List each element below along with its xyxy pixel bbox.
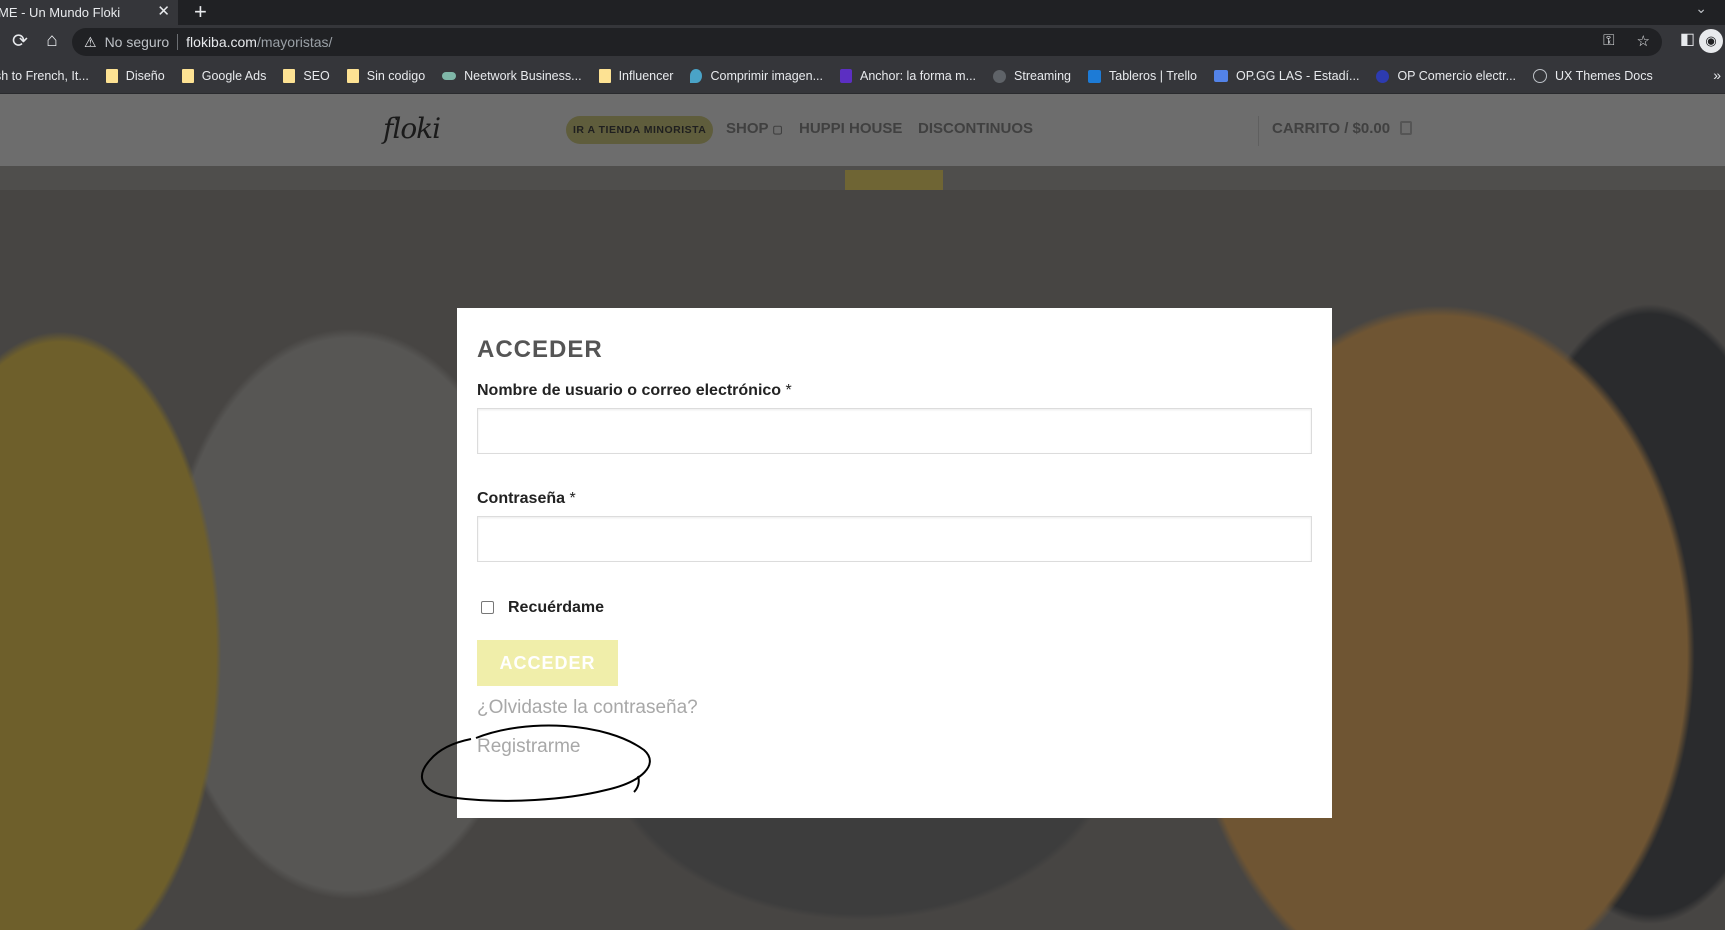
side-panel-icon[interactable]: ◧ (1680, 29, 1695, 49)
bookmark-item[interactable]: OP.GG LAS - Estadí... (1214, 69, 1359, 83)
bookmark-label: SEO (303, 69, 330, 83)
bookmark-label: OP.GG LAS - Estadí... (1236, 69, 1360, 83)
site-logo[interactable]: floki (383, 112, 441, 145)
close-icon[interactable]: ✕ (157, 2, 170, 20)
bookmark-label: UX Themes Docs (1555, 69, 1653, 83)
bookmark-label: Influencer (618, 69, 674, 83)
folder-icon (598, 69, 611, 83)
star-icon[interactable]: ☆ (1637, 32, 1650, 50)
reload-icon[interactable]: ⟳ (8, 30, 32, 53)
circle-annotation (421, 724, 651, 802)
bookmark-label: Google Ads (201, 69, 267, 83)
compress-icon (690, 69, 703, 83)
nav-shop[interactable]: SHOP ▢ (726, 120, 783, 137)
bookmark-item[interactable]: Anchor: la forma m... (840, 69, 976, 83)
bookmarks-more-icon[interactable]: » (1713, 67, 1721, 83)
browser-toolbar: ⟳ ⌂ ⚠ No seguro flokiba.com/mayoristas/ … (0, 25, 1725, 59)
login-title: ACCEDER (477, 336, 603, 363)
opgg-icon (1214, 70, 1229, 82)
folder-icon (346, 69, 359, 83)
required-mark: * (785, 382, 792, 399)
nav-discontinuos[interactable]: DISCONTINUOS (918, 120, 1033, 137)
web-page: floki IR A TIENDA MINORISTA SHOP ▢ HUPPI… (0, 94, 1725, 930)
folder-icon (283, 69, 296, 83)
bookmark-label: Streaming (1014, 69, 1071, 83)
bookmark-label: Sin codigo (366, 69, 426, 83)
omnibox-divider (177, 34, 179, 50)
bookmark-folder[interactable]: Sin codigo (346, 69, 426, 83)
address-bar[interactable]: ⚠ No seguro flokiba.com/mayoristas/ ⚿ ☆ (72, 28, 1662, 56)
username-field[interactable] (477, 408, 1312, 454)
bookmark-item[interactable]: UX Themes Docs (1533, 69, 1653, 83)
bookmark-label: Anchor: la forma m... (860, 69, 977, 83)
tab-search-icon[interactable]: ⌄ (1695, 0, 1707, 17)
url-domain: flokiba.com (186, 34, 257, 50)
cart-link[interactable]: CARRITO / $0.00 (1272, 120, 1390, 137)
bookmark-item[interactable]: OP Comercio electr... (1376, 69, 1516, 83)
home-icon[interactable]: ⌂ (40, 30, 64, 52)
site-header: floki IR A TIENDA MINORISTA SHOP ▢ HUPPI… (0, 94, 1725, 166)
bookmark-item[interactable]: Streaming (993, 69, 1071, 83)
bookmark-label: Neetwork Business... (464, 69, 582, 83)
password-label-text: Contraseña (477, 490, 566, 507)
folder-icon (105, 69, 118, 83)
retail-store-button[interactable]: IR A TIENDA MINORISTA (566, 116, 714, 144)
bookmark-folder[interactable]: SEO (283, 69, 330, 83)
globe-icon (993, 69, 1007, 83)
remember-checkbox[interactable] (481, 601, 494, 614)
nav-shop-label: SHOP (726, 120, 773, 137)
bookmark-item[interactable]: sh to French, It... (0, 69, 89, 83)
annotation-stroke (421, 724, 651, 802)
bookmark-label: Comprimir imagen... (710, 69, 823, 83)
bookmarks-bar: sh to French, It... Diseño Google Ads SE… (0, 59, 1725, 94)
bookmark-label: Tableros | Trello (1109, 69, 1198, 83)
forgot-password-link[interactable]: ¿Olvidaste la contraseña? (477, 697, 698, 719)
key-icon[interactable]: ⚿ (1603, 32, 1614, 50)
bookmark-item[interactable]: Neetwork Business... (442, 69, 582, 83)
browser-tabbar: ME - Un Mundo Floki ✕ + ⌄ (0, 0, 1725, 25)
bookmark-item[interactable]: Tableros | Trello (1088, 69, 1197, 83)
chevron-down-icon: ▢ (772, 124, 783, 136)
username-label-text: Nombre de usuario o correo electrónico (477, 382, 782, 399)
neetwork-icon (442, 72, 457, 80)
remember-label[interactable]: Recuérdame (508, 599, 604, 617)
tab-title: ME - Un Mundo Floki (0, 5, 121, 20)
login-submit-button[interactable]: ACCEDER (477, 640, 618, 686)
bookmark-item[interactable]: Comprimir imagen... (690, 69, 823, 83)
cart-icon[interactable] (1400, 121, 1412, 135)
bookmark-folder[interactable]: Diseño (105, 69, 165, 83)
new-tab-icon[interactable]: + (194, 0, 207, 25)
nav-huppi-house[interactable]: HUPPI HOUSE (799, 120, 902, 137)
bookmark-label: OP Comercio electr... (1397, 69, 1517, 83)
bookmark-folder[interactable]: Influencer (598, 69, 674, 83)
bookmark-label: sh to French, It... (0, 69, 89, 83)
password-field[interactable] (477, 516, 1312, 562)
warning-icon: ⚠ (84, 33, 97, 50)
browser-tab[interactable]: ME - Un Mundo Floki ✕ (0, 0, 178, 25)
ux-icon (1533, 69, 1548, 83)
trello-icon (1088, 69, 1101, 83)
nav-divider (1258, 116, 1259, 146)
hero-tag (845, 170, 943, 190)
url-path: /mayoristas/ (256, 34, 333, 50)
bookmark-folder[interactable]: Google Ads (181, 69, 267, 83)
folder-icon (181, 69, 194, 83)
required-mark: * (569, 490, 576, 507)
insecure-label[interactable]: No seguro (105, 34, 170, 50)
bookmark-label: Diseño (125, 69, 165, 83)
username-label: Nombre de usuario o correo electrónico * (477, 382, 792, 400)
password-label: Contraseña * (477, 490, 576, 508)
anchor-icon (840, 69, 852, 83)
incognito-profile-icon[interactable]: ◉ (1699, 29, 1723, 53)
op-icon (1376, 69, 1390, 83)
